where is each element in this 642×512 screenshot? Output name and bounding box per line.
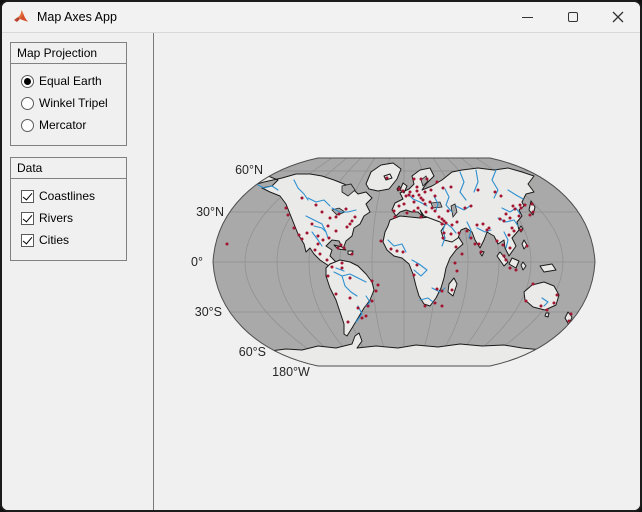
map-area[interactable]: 60°N 30°N 0° 30°S 60°S 180°W bbox=[154, 33, 640, 510]
data-panel: Data Coastlines Rivers Cities bbox=[10, 157, 127, 261]
checkbox-label: Cities bbox=[39, 233, 69, 247]
screen: Map Axes App Map Projection bbox=[0, 0, 642, 512]
checkbox-icon[interactable] bbox=[21, 190, 34, 203]
matlab-logo-icon bbox=[13, 9, 29, 25]
sidebar: Map Projection Equal Earth Winkel Tripel bbox=[2, 33, 154, 510]
radio-button-icon[interactable] bbox=[21, 75, 34, 88]
data-panel-title: Data bbox=[11, 158, 126, 179]
svg-text:30°N: 30°N bbox=[196, 205, 224, 219]
minimize-icon bbox=[522, 17, 533, 18]
radio-label: Mercator bbox=[39, 118, 86, 132]
map-canvas: 60°N 30°N 0° 30°S 60°S 180°W bbox=[154, 33, 640, 510]
minimize-button[interactable] bbox=[505, 2, 550, 32]
radio-button-icon[interactable] bbox=[21, 119, 34, 132]
svg-text:30°S: 30°S bbox=[195, 305, 222, 319]
radio-mercator[interactable]: Mercator bbox=[21, 114, 122, 136]
checkbox-label: Rivers bbox=[39, 211, 73, 225]
svg-text:180°W: 180°W bbox=[272, 365, 310, 379]
checkbox-icon[interactable] bbox=[21, 234, 34, 247]
map-projection-panel: Map Projection Equal Earth Winkel Tripel bbox=[10, 42, 127, 146]
app-body: Map Projection Equal Earth Winkel Tripel bbox=[2, 33, 640, 510]
close-icon bbox=[612, 11, 624, 23]
map-projection-panel-title: Map Projection bbox=[11, 43, 126, 64]
radio-button-icon[interactable] bbox=[21, 97, 34, 110]
checkbox-label: Coastlines bbox=[39, 189, 95, 203]
checkbox-cities[interactable]: Cities bbox=[21, 229, 122, 251]
svg-text:0°: 0° bbox=[191, 255, 203, 269]
maximize-icon bbox=[568, 12, 578, 22]
app-window: Map Axes App Map Projection bbox=[0, 0, 642, 512]
titlebar[interactable]: Map Axes App bbox=[2, 2, 640, 33]
radio-winkel-tripel[interactable]: Winkel Tripel bbox=[21, 92, 122, 114]
radio-equal-earth[interactable]: Equal Earth bbox=[21, 70, 122, 92]
close-button[interactable] bbox=[595, 2, 640, 32]
radio-label: Equal Earth bbox=[39, 74, 102, 88]
maximize-button[interactable] bbox=[550, 2, 595, 32]
checkbox-rivers[interactable]: Rivers bbox=[21, 207, 122, 229]
radio-label: Winkel Tripel bbox=[39, 96, 108, 110]
checkbox-coastlines[interactable]: Coastlines bbox=[21, 185, 122, 207]
svg-text:60°S: 60°S bbox=[239, 345, 266, 359]
svg-text:60°N: 60°N bbox=[235, 163, 263, 177]
window-title: Map Axes App bbox=[37, 10, 117, 24]
checkbox-icon[interactable] bbox=[21, 212, 34, 225]
